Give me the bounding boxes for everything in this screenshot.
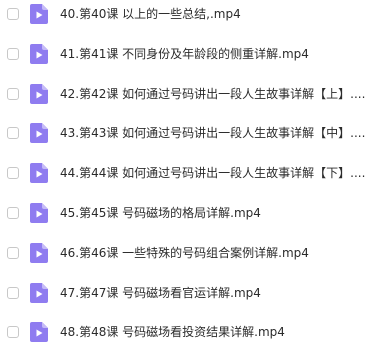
video-file-icon xyxy=(30,163,48,183)
file-name[interactable]: 44.第44课 如何通过号码讲出一段人生故事详解【下】.... xyxy=(60,165,366,181)
video-file-icon xyxy=(30,203,48,223)
file-checkbox[interactable] xyxy=(7,167,19,179)
file-row[interactable]: 40.第40课 以上的一些总结,.mp4 xyxy=(0,0,382,34)
video-file-icon xyxy=(30,44,48,64)
file-name[interactable]: 43.第43课 如何通过号码讲出一段人生故事详解【中】.... xyxy=(60,125,366,141)
file-row[interactable]: 42.第42课 如何通过号码讲出一段人生故事详解【上】.... xyxy=(0,74,382,114)
video-file-icon xyxy=(30,123,48,143)
video-file-icon xyxy=(30,4,48,24)
file-row[interactable]: 43.第43课 如何通过号码讲出一段人生故事详解【中】.... xyxy=(0,113,382,153)
file-name[interactable]: 48.第48课 号码磁场看投资结果详解.mp4 xyxy=(60,324,366,340)
file-row[interactable]: 44.第44课 如何通过号码讲出一段人生故事详解【下】.... xyxy=(0,153,382,193)
file-name[interactable]: 45.第45课 号码磁场的格局详解.mp4 xyxy=(60,205,366,221)
video-file-icon xyxy=(30,283,48,303)
file-name[interactable]: 41.第41课 不同身份及年龄段的侧重详解.mp4 xyxy=(60,46,366,62)
file-checkbox[interactable] xyxy=(7,207,19,219)
video-file-icon xyxy=(30,84,48,104)
file-name[interactable]: 46.第46课 一些特殊的号码组合案例详解.mp4 xyxy=(60,245,366,261)
file-checkbox[interactable] xyxy=(7,8,19,20)
file-name[interactable]: 42.第42课 如何通过号码讲出一段人生故事详解【上】.... xyxy=(60,86,366,102)
file-checkbox[interactable] xyxy=(7,287,19,299)
file-checkbox[interactable] xyxy=(7,326,19,338)
file-row[interactable]: 45.第45课 号码磁场的格局详解.mp4 xyxy=(0,193,382,233)
file-checkbox[interactable] xyxy=(7,88,19,100)
file-checkbox[interactable] xyxy=(7,127,19,139)
file-name[interactable]: 40.第40课 以上的一些总结,.mp4 xyxy=(60,6,366,22)
file-checkbox[interactable] xyxy=(7,247,19,259)
file-row[interactable]: 47.第47课 号码磁场看官运详解.mp4 xyxy=(0,273,382,313)
file-list: 40.第40课 以上的一些总结,.mp4 41.第41课 不同身份及年龄段的侧重… xyxy=(0,0,382,363)
video-file-icon xyxy=(30,243,48,263)
file-name[interactable]: 47.第47课 号码磁场看官运详解.mp4 xyxy=(60,285,366,301)
file-row[interactable]: 46.第46课 一些特殊的号码组合案例详解.mp4 xyxy=(0,233,382,273)
video-file-icon xyxy=(30,322,48,342)
file-row[interactable]: 48.第48课 号码磁场看投资结果详解.mp4 xyxy=(0,312,382,352)
file-row[interactable]: 41.第41课 不同身份及年龄段的侧重详解.mp4 xyxy=(0,34,382,74)
file-checkbox[interactable] xyxy=(7,48,19,60)
